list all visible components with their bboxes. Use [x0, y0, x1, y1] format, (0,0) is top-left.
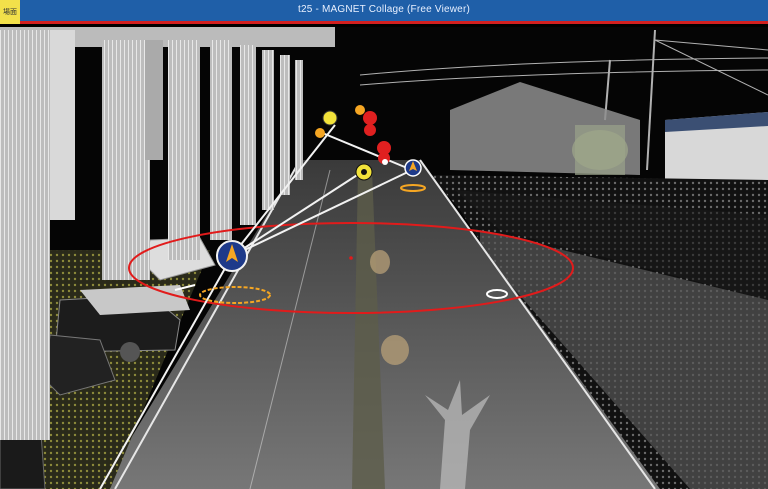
camera-position-icon[interactable] — [216, 240, 248, 272]
window-titlebar: 場面 t25 - MAGNET Collage (Free Viewer) — [0, 0, 768, 24]
window-title: t25 - MAGNET Collage (Free Viewer) — [297, 4, 471, 15]
point-cloud-viewport[interactable] — [0, 27, 768, 489]
ellipse-center-point — [349, 256, 353, 260]
photo-marker-icon[interactable] — [355, 163, 373, 181]
